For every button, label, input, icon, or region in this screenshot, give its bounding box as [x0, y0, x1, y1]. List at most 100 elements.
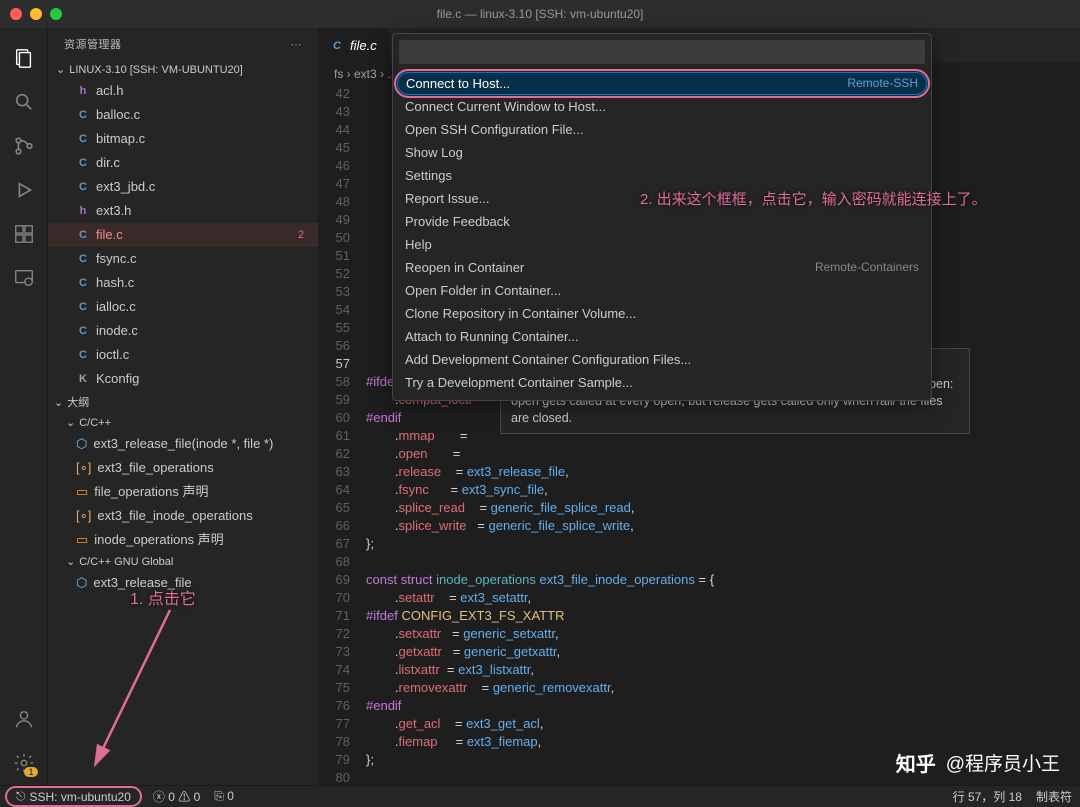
symbol-function-icon: ⬡ [76, 573, 87, 593]
source-control-icon[interactable] [12, 134, 36, 158]
search-icon[interactable] [12, 90, 36, 114]
palette-item[interactable]: Settings [393, 164, 931, 187]
sidebar-header: 资源管理器 ⋯ [48, 28, 318, 60]
annotation-2: 2. 出来这个框框，点击它，输入密码就能连接上了。 [640, 188, 987, 209]
file-item[interactable]: Cfsync.c [48, 247, 318, 271]
file-type-icon: C [76, 324, 90, 338]
palette-item[interactable]: Show Log [393, 141, 931, 164]
outline-group[interactable]: ⌄C/C++ [48, 413, 318, 432]
outline-item[interactable]: ⬡ext3_release_file(inode *, file *) [48, 432, 318, 456]
outline-item[interactable]: ▭file_operations 声明 [48, 480, 318, 504]
palette-item[interactable]: Open Folder in Container... [393, 279, 931, 302]
symbol-array-icon: [∘] [76, 458, 91, 478]
file-type-icon: C [76, 180, 90, 194]
outline-item[interactable]: ▭inode_operations 声明 [48, 528, 318, 552]
palette-item[interactable]: Connect to Host...Remote-SSH [397, 72, 927, 95]
file-type-icon: C [76, 228, 90, 242]
remote-icon: ⎋ [16, 789, 26, 804]
tab-file-c[interactable]: C file.c [318, 28, 390, 63]
sidebar-title: 资源管理器 [64, 36, 122, 52]
palette-item[interactable]: Attach to Running Container... [393, 325, 931, 348]
file-item[interactable]: Cfile.c 2 [48, 223, 318, 247]
outline-header[interactable]: ⌄ 大纲 [48, 391, 318, 413]
command-palette: Connect to Host...Remote-SSHConnect Curr… [392, 33, 932, 401]
minimize-window-button[interactable] [30, 8, 42, 20]
workspace-root[interactable]: ⌄ LINUX-3.10 [SSH: VM-UBUNTU20] [48, 60, 318, 79]
palette-item[interactable]: Add Development Container Configuration … [393, 348, 931, 371]
palette-item[interactable]: Open SSH Configuration File... [393, 118, 931, 141]
file-item[interactable]: Chash.c [48, 271, 318, 295]
indentation[interactable]: 制表符 [1036, 788, 1072, 805]
activity-bar: 1 [0, 28, 48, 785]
explorer-icon[interactable] [12, 46, 36, 70]
file-item[interactable]: Cballoc.c [48, 103, 318, 127]
file-name: dir.c [96, 153, 120, 173]
palette-item[interactable]: Help [393, 233, 931, 256]
file-item[interactable]: h acl.h [48, 79, 318, 103]
remote-explorer-icon[interactable] [12, 266, 36, 290]
ports-indicator[interactable]: ⎘ 0 [214, 789, 234, 804]
file-item[interactable]: Cext3_jbd.c [48, 175, 318, 199]
palette-input[interactable] [399, 40, 925, 64]
outline-item[interactable]: [∘]ext3_file_inode_operations [48, 504, 318, 528]
remote-indicator[interactable]: ⎋ SSH: vm-ubuntu20 [8, 789, 139, 804]
tab-label: file.c [350, 38, 377, 53]
file-item[interactable]: Cinode.c [48, 319, 318, 343]
account-icon[interactable] [12, 707, 36, 731]
palette-list: Connect to Host...Remote-SSHConnect Curr… [393, 70, 931, 400]
run-debug-icon[interactable] [12, 178, 36, 202]
symbol-struct-icon: ▭ [76, 530, 88, 550]
chevron-down-icon: ⌄ [56, 63, 65, 76]
palette-section-label: Remote-Containers [815, 260, 919, 275]
watermark: 知乎 @程序员小王 [896, 748, 1060, 777]
palette-item[interactable]: Reopen in ContainerRemote-Containers [393, 256, 931, 279]
sidebar-more-icon[interactable]: ⋯ [291, 38, 303, 51]
cursor-position[interactable]: 行 57，列 18 [953, 788, 1022, 805]
settings-gear-icon[interactable]: 1 [12, 751, 36, 775]
file-type-icon: h [76, 84, 90, 98]
symbol-array-icon: [∘] [76, 506, 91, 526]
file-type-icon: C [76, 348, 90, 362]
symbol-struct-icon: ▭ [76, 482, 88, 502]
file-item[interactable]: Cdir.c [48, 151, 318, 175]
file-item[interactable]: K Kconfig [48, 367, 318, 391]
file-item[interactable]: Cbitmap.c [48, 127, 318, 151]
file-name: file.c [96, 225, 123, 245]
status-bar: ⎋ SSH: vm-ubuntu20 ⓧ 0 ⚠ 0 ⎘ 0 行 57，列 18… [0, 785, 1080, 807]
file-name: ext3_jbd.c [96, 177, 155, 197]
file-badge: 2 [298, 225, 310, 245]
file-item[interactable]: Cialloc.c [48, 295, 318, 319]
file-name: fsync.c [96, 249, 136, 269]
c-file-icon: C [330, 39, 344, 53]
file-name: Kconfig [96, 369, 139, 389]
workspace-name: LINUX-3.10 [SSH: VM-UBUNTU20] [69, 64, 243, 76]
zhihu-logo: 知乎 [896, 748, 936, 777]
file-type-icon: C [76, 132, 90, 146]
file-type-icon: K [76, 372, 90, 386]
line-numbers: 4243444546474849505152535455565758596061… [318, 85, 366, 785]
chevron-down-icon: ⌄ [66, 416, 75, 429]
symbol-function-icon: ⬡ [76, 434, 87, 454]
palette-item[interactable]: Connect Current Window to Host... [393, 95, 931, 118]
file-item[interactable]: hext3.h [48, 199, 318, 223]
palette-item[interactable]: Clone Repository in Container Volume... [393, 302, 931, 325]
palette-item[interactable]: Provide Feedback [393, 210, 931, 233]
annotation-1: 1. 点击它 [130, 585, 196, 609]
palette-item[interactable]: Try a Development Container Sample... [393, 371, 931, 394]
file-name: ialloc.c [96, 297, 136, 317]
window-title: file.c — linux-3.10 [SSH: vm-ubuntu20] [437, 7, 644, 21]
outline-group[interactable]: ⌄C/C++ GNU Global [48, 552, 318, 571]
remote-label: SSH: vm-ubuntu20 [30, 790, 131, 804]
watermark-author: @程序员小王 [946, 749, 1060, 776]
chevron-down-icon: ⌄ [54, 396, 63, 409]
file-name: balloc.c [96, 105, 140, 125]
file-name: ioctl.c [96, 345, 129, 365]
close-window-button[interactable] [10, 8, 22, 20]
outline-item[interactable]: [∘]ext3_file_operations [48, 456, 318, 480]
file-item[interactable]: Cioctl.c [48, 343, 318, 367]
settings-badge: 1 [24, 767, 37, 777]
maximize-window-button[interactable] [50, 8, 62, 20]
extensions-icon[interactable] [12, 222, 36, 246]
file-name: acl.h [96, 81, 123, 101]
problems-indicator[interactable]: ⓧ 0 ⚠ 0 [153, 788, 200, 805]
